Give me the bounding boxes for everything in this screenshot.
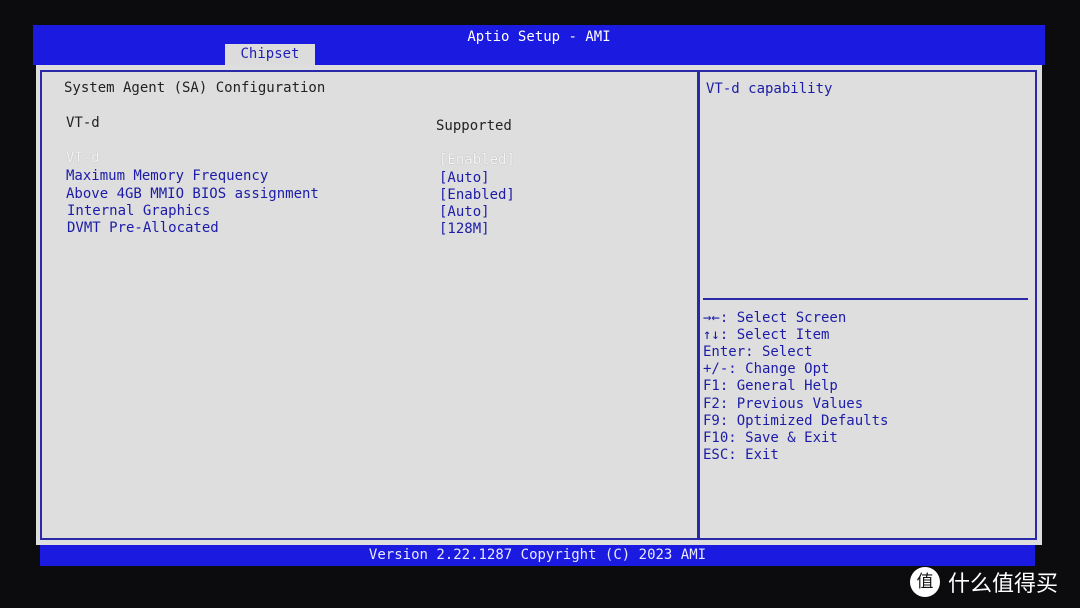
section-title: System Agent (SA) Configuration [64,80,326,96]
key-hint: F2: Previous Values [703,396,864,412]
version-footer: Version 2.22.1287 Copyright (C) 2023 AMI [40,545,1035,566]
key-hint: F10: Save & Exit [703,430,838,446]
help-divider [703,298,1028,300]
key-hint: Enter: Select [703,344,813,360]
setting-above-4gb-mmio-value[interactable]: [Enabled] [439,187,515,203]
setting-dvmt-pre-allocated-label[interactable]: DVMT Pre-Allocated [67,220,219,236]
key-hint: +/-: Change Opt [703,361,830,377]
key-hint: ↑↓: Select Item [703,327,830,343]
setting-internal-graphics-label[interactable]: Internal Graphics [67,203,210,219]
key-hint: ESC: Exit [703,447,779,463]
info-label: VT-d [66,115,100,131]
setting-dvmt-pre-allocated-value[interactable]: [128M] [439,221,490,237]
watermark: 值 什么值得买 [910,566,1058,598]
watermark-logo-icon: 值 [910,567,940,597]
key-hint: F9: Optimized Defaults [703,413,889,429]
info-value: Supported [436,118,512,134]
title-bar: Aptio Setup - AMI [33,25,1045,65]
setting-vt-d-value: [Enabled] [439,152,515,168]
tab-chipset[interactable]: Chipset [225,44,315,65]
setting-above-4gb-mmio-label[interactable]: Above 4GB MMIO BIOS assignment [66,186,319,202]
setting-vt-d-label: VT-d [66,150,100,166]
app-title: Aptio Setup - AMI [467,29,611,45]
key-hint: F1: General Help [703,378,838,394]
settings-panel [40,70,699,540]
help-description: VT-d capability [706,81,833,97]
watermark-text: 什么值得买 [948,572,1059,597]
setting-max-memory-frequency-value[interactable]: [Auto] [439,170,490,186]
key-hint: →←: Select Screen [703,310,847,326]
help-panel [698,70,1037,540]
setting-internal-graphics-value[interactable]: [Auto] [439,204,490,220]
setting-max-memory-frequency-label[interactable]: Maximum Memory Frequency [66,168,268,184]
